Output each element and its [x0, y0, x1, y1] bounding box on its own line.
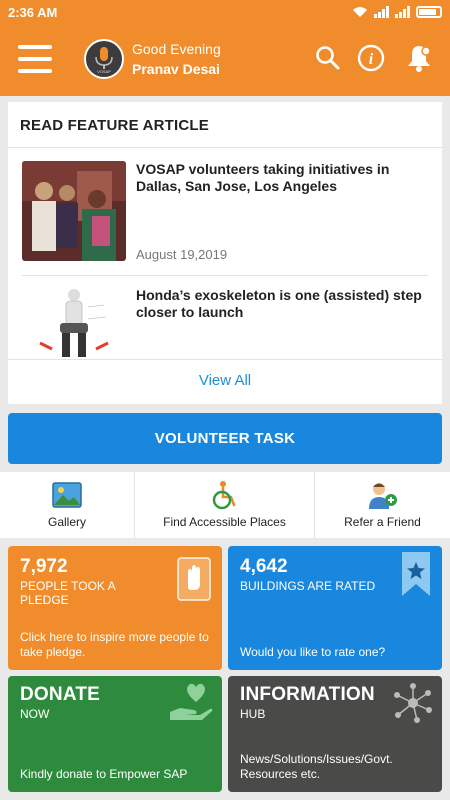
gallery-icon — [52, 482, 82, 508]
bookmark-star-icon — [402, 552, 430, 596]
quick-link-label: Refer a Friend — [344, 515, 421, 529]
article-item[interactable]: Honda’s exoskeleton is one (assisted) st… — [22, 287, 428, 359]
svg-text:i: i — [369, 51, 374, 68]
wheelchair-icon — [212, 481, 235, 510]
pledge-count: 7,972 — [20, 556, 68, 577]
quick-link-label: Find Accessible Places — [163, 515, 286, 529]
status-icons — [352, 6, 442, 18]
user-name: Pranav Desai — [132, 61, 220, 77]
article-title: VOSAP volunteers taking initiatives in D… — [136, 161, 390, 194]
gallery-link[interactable]: Gallery — [0, 472, 135, 538]
refer-friend-icon — [368, 483, 397, 509]
donate-subtitle: NOW — [20, 707, 50, 721]
donate-tile[interactable]: DONATE NOW Kindly donate to Empower SAP — [8, 676, 222, 792]
information-tile[interactable]: INFORMATION HUB News/Solutions/Issues/Go… — [228, 676, 442, 792]
quick-link-label: Gallery — [47, 515, 86, 529]
donate-title: DONATE — [20, 684, 101, 705]
status-time: 2:36 AM — [8, 4, 58, 20]
feature-article-card: READ FEATURE ARTICLE VOSAP volunteers ta… — [8, 102, 442, 404]
app-header: VOSAP Good Evening Pranav Desai i — [0, 24, 450, 96]
pledge-description: Click here to inspire more people to tak… — [20, 630, 209, 659]
greeting-text: Good Evening — [132, 41, 221, 57]
pledge-hand-icon — [177, 557, 211, 601]
quick-links: Gallery Find Accessible Places Refer a F… — [0, 472, 450, 538]
svg-text:VOSAP: VOSAP — [97, 69, 111, 74]
information-description: News/Solutions/Issues/Govt. Resources et… — [240, 752, 393, 781]
article-date: August 19,2019 — [136, 247, 228, 262]
view-all-link[interactable]: View All — [8, 372, 442, 389]
divider — [8, 147, 442, 148]
article-thumbnail — [22, 287, 126, 359]
pledge-subtitle: PEOPLE TOOK A PLEDGE — [20, 579, 115, 607]
article-item[interactable]: VOSAP volunteers taking initiatives in D… — [22, 161, 428, 263]
buildings-subtitle: BUILDINGS ARE RATED — [240, 579, 376, 593]
avatar[interactable]: VOSAP — [84, 39, 124, 79]
buildings-description: Would you like to rate one? — [240, 645, 386, 659]
find-accessible-places-link[interactable]: Find Accessible Places — [135, 472, 315, 538]
signal-icon — [374, 6, 389, 18]
article-title: Honda’s exoskeleton is one (assisted) st… — [136, 287, 422, 320]
pledge-tile[interactable]: 7,972 PEOPLE TOOK A PLEDGE Click here to… — [8, 546, 222, 670]
wifi-icon — [353, 7, 367, 17]
donate-heart-hand-icon — [170, 683, 213, 720]
menu-icon[interactable] — [18, 45, 52, 73]
donate-description: Kindly donate to Empower SAP — [20, 767, 188, 781]
buildings-tile[interactable]: 4,642 BUILDINGS ARE RATED Would you like… — [228, 546, 442, 670]
battery-icon — [416, 6, 442, 18]
notification-bell-icon[interactable] — [404, 43, 434, 73]
feature-section-title: READ FEATURE ARTICLE — [20, 117, 209, 134]
search-icon[interactable] — [314, 44, 342, 72]
article-thumbnail — [22, 161, 126, 261]
buildings-count: 4,642 — [240, 556, 288, 577]
information-subtitle: HUB — [240, 707, 266, 721]
network-hub-icon — [394, 683, 432, 723]
information-title: INFORMATION — [240, 684, 375, 705]
status-bar: 2:36 AM — [0, 0, 450, 24]
info-icon[interactable]: i — [356, 43, 386, 73]
refer-friend-link[interactable]: Refer a Friend — [315, 472, 450, 538]
divider — [22, 275, 428, 276]
microphone-logo-icon: VOSAP — [95, 47, 113, 74]
signal-icon-2 — [395, 6, 410, 18]
volunteer-task-button[interactable]: VOLUNTEER TASK — [8, 413, 442, 464]
divider — [8, 359, 442, 360]
